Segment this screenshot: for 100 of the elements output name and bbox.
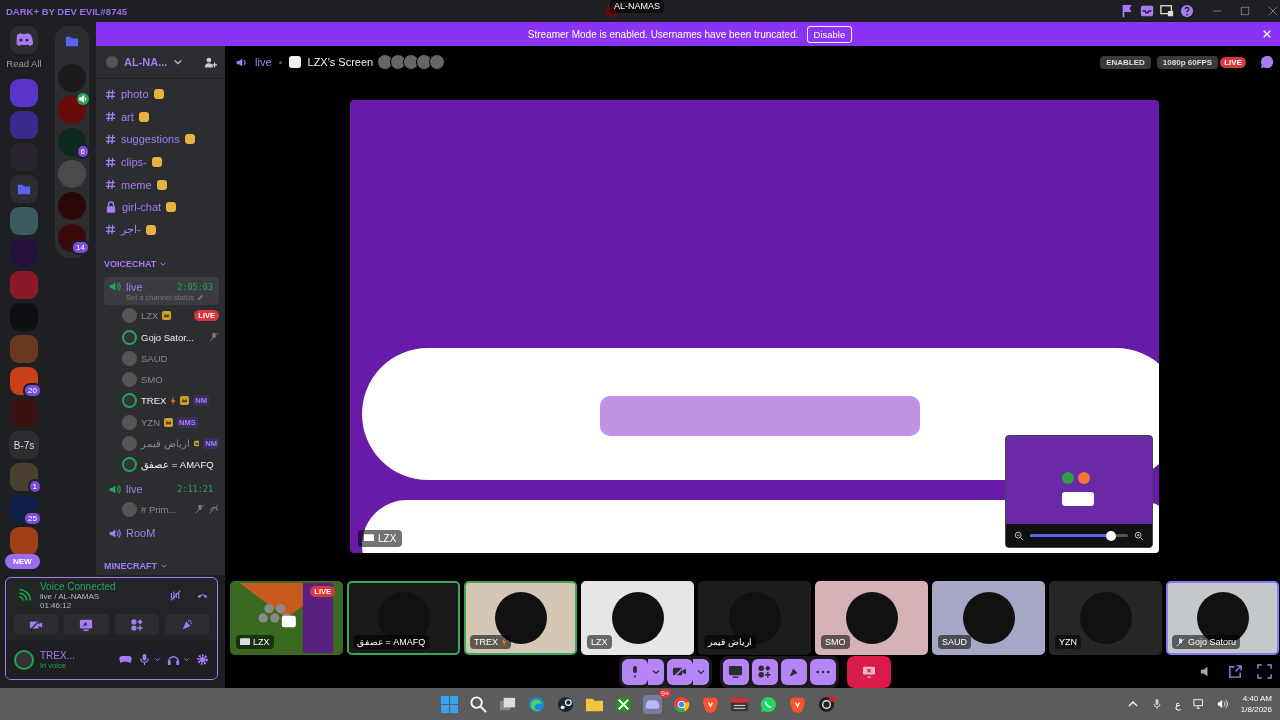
channel-name[interactable]: meme [121,178,152,191]
member-name[interactable]: Gojo Sator... [141,331,194,343]
soundboard-button[interactable] [780,658,807,685]
category-name[interactable]: MINECRAFT [104,560,157,571]
clock-time[interactable]: 4:40 AM [1242,694,1272,703]
microphone-options-button[interactable] [647,658,664,685]
hash-icon [105,88,116,100]
muted-mic-icon [1176,637,1185,647]
steam-icon[interactable] [556,694,575,714]
participant-tile[interactable]: SAUD [932,581,1045,655]
participant-tile[interactable]: LZX [581,581,694,655]
participant-name: عصفق = AMAFQ [353,635,430,649]
user-name[interactable]: TREX... [40,649,113,661]
channel-name[interactable]: suggestions [121,133,180,146]
search-icon[interactable] [469,694,488,714]
member-name[interactable]: SMO [141,374,163,386]
volume-icon[interactable] [1216,698,1229,710]
channel-name[interactable]: art [121,110,134,123]
headphones-icon[interactable] [167,653,180,666]
user-avatar[interactable] [14,649,34,670]
maximize-icon[interactable] [1240,6,1250,16]
read-all-label[interactable]: Read All [6,58,42,69]
stop-stream-button[interactable] [846,655,891,688]
discord-logo-icon[interactable] [10,26,38,54]
clock-date[interactable]: 1/8/2026 [1240,705,1272,714]
member-name[interactable]: LZX [141,310,159,322]
zoom-in-icon[interactable] [1134,530,1144,541]
fullscreen-icon[interactable] [1257,664,1272,679]
keyboard-language[interactable]: ع [1174,698,1181,710]
voice-channel[interactable]: RooM [104,523,219,543]
pencil-icon [196,294,204,302]
member-name[interactable]: SAUD [141,352,168,364]
disable-button[interactable]: Disable [806,25,853,43]
channel-name[interactable]: اجر- [121,223,141,237]
chevron-down-icon[interactable] [159,260,168,269]
noise-suppression-icon[interactable] [169,589,182,602]
channel-name[interactable]: photo [121,88,149,101]
help-icon[interactable] [1180,4,1194,18]
screen-share-button[interactable] [722,658,749,685]
settings-icon[interactable] [196,653,209,666]
activities-button[interactable] [751,658,778,685]
recorder-icon[interactable] [817,694,836,714]
microphone-icon[interactable] [138,653,151,666]
participant-tile[interactable]: YZN [1049,581,1162,655]
server-icon[interactable] [58,96,86,124]
participant-tile[interactable]: عصفق = AMAFQ [347,581,460,655]
participant-tile[interactable]: TREX [464,581,577,655]
chevron-down-icon[interactable] [183,656,190,663]
network-icon[interactable] [1192,698,1205,710]
screen-share-button[interactable] [64,614,109,635]
chevron-down-icon[interactable] [173,57,184,67]
channel-name[interactable]: live [255,56,272,68]
shapes-icon [757,664,772,679]
category-name[interactable]: VOICECHAT [104,259,157,270]
new-badge[interactable]: NEW [5,554,40,569]
monitor-icon[interactable] [1160,4,1174,18]
soundboard-button[interactable] [164,614,209,635]
zoom-out-icon[interactable] [1014,530,1024,541]
camera-off-button[interactable] [14,614,59,635]
start-icon[interactable] [440,694,459,714]
channel-name[interactable]: girl-chat [122,201,162,214]
voice-channel[interactable]: live 2:11:21 [104,479,219,499]
discord-icon[interactable] [643,694,662,714]
xbox-icon[interactable] [614,694,633,714]
member-name[interactable]: عصفق = AMAFQ [141,459,214,471]
microphone-button[interactable] [621,658,648,685]
member-name[interactable]: TREX [141,395,167,407]
server-name[interactable]: AL-NA... [124,56,168,68]
close-icon[interactable] [1268,6,1278,16]
shapes-icon [129,617,144,632]
camera-button[interactable] [666,658,693,685]
chrome-icon[interactable] [672,694,691,714]
participant-tile[interactable]: Gojo Satoru [1166,581,1279,655]
participant-tile[interactable]: ارياض فيمر [698,581,811,655]
server-icon[interactable]: B-7s [9,431,39,459]
inbox-icon[interactable] [1140,4,1154,18]
picture-in-picture-preview[interactable] [1005,435,1153,548]
popout-icon[interactable] [1228,664,1243,679]
member-name[interactable]: # Prim... [141,503,177,515]
member-name[interactable]: ارياض فيمر [141,438,190,450]
activities-button[interactable] [114,614,159,635]
add-member-icon[interactable] [204,55,217,69]
channel-name[interactable]: clips- [121,156,147,169]
whatsapp-icon[interactable] [759,694,778,714]
more-button[interactable] [809,658,836,685]
browser-icon[interactable] [527,694,546,714]
folder-icon[interactable] [65,34,79,48]
camera-options-button[interactable] [692,658,709,685]
server-folder[interactable] [10,175,38,203]
participant-tile[interactable]: SMO [815,581,928,655]
flag-icon[interactable] [1120,4,1134,18]
voice-channel-path[interactable]: live / AL-NAMAS [40,592,155,601]
chat-icon[interactable] [1260,55,1274,69]
member-name[interactable]: YZN [141,416,160,428]
gamepad-icon[interactable] [119,653,132,666]
folder-icon [17,182,31,196]
muted-mic-icon [209,332,219,343]
viewer-avatars[interactable] [380,54,446,70]
microphone-icon[interactable] [1150,698,1163,710]
chevron-down-icon[interactable] [154,656,161,663]
